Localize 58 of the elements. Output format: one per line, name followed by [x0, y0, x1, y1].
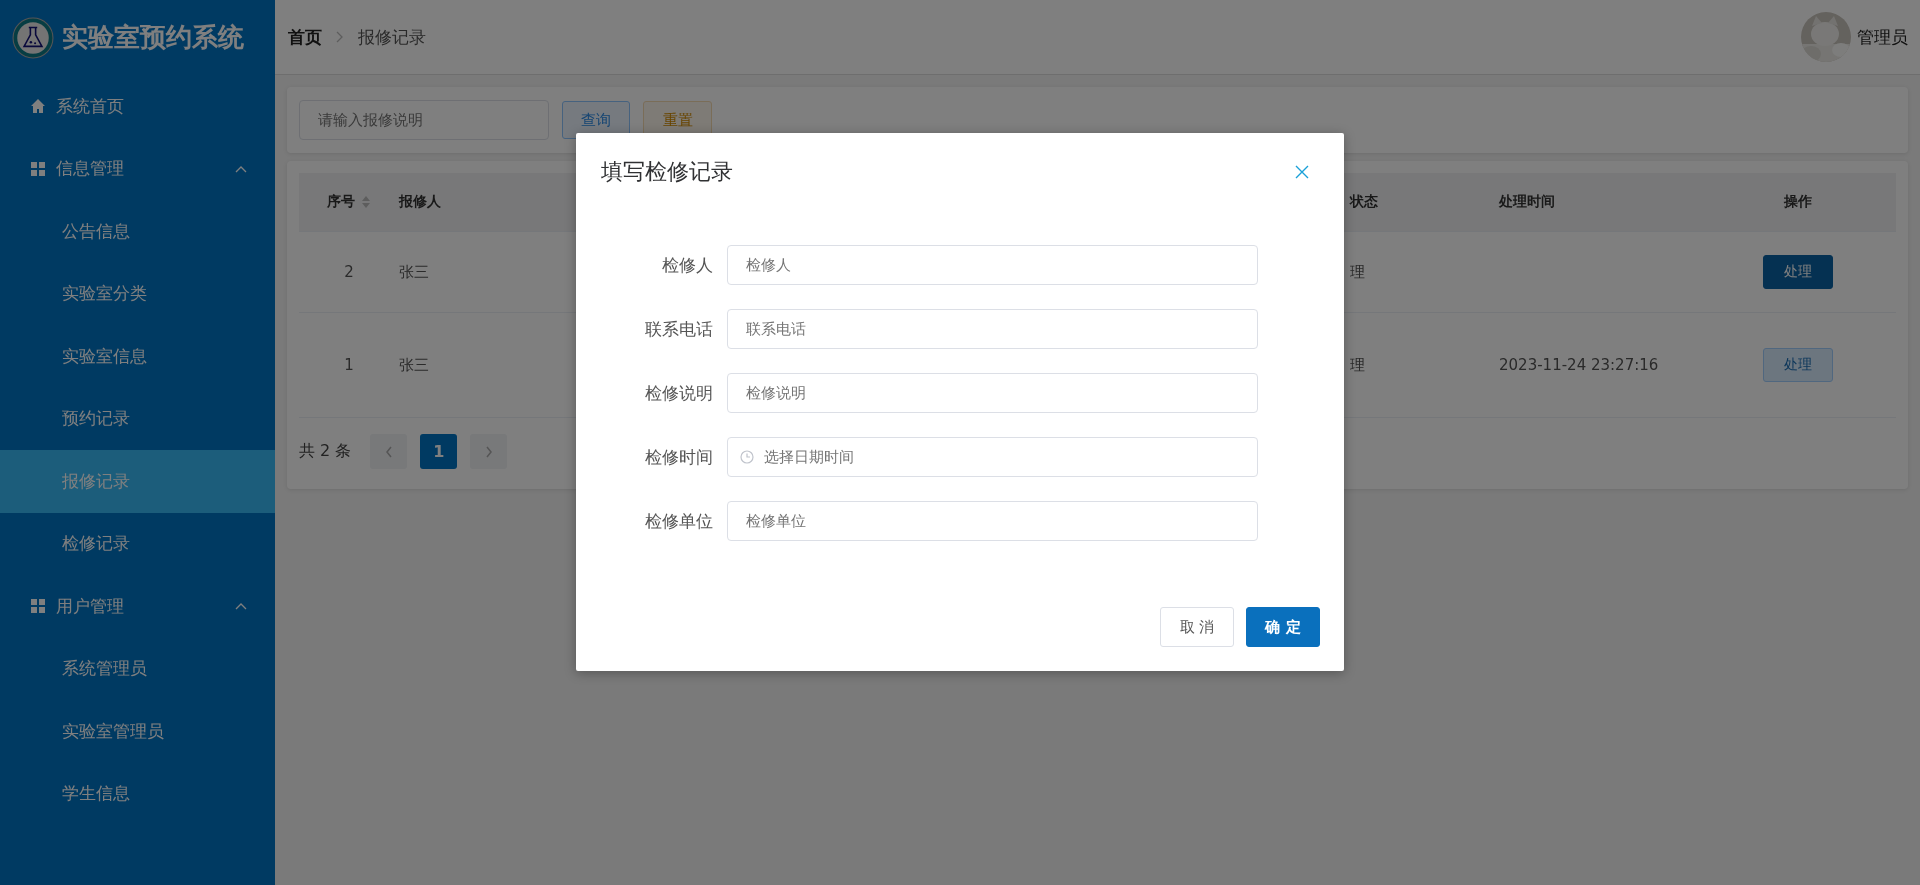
table-cell: 1 [344, 356, 354, 374]
table-cell: 张三 [399, 262, 429, 282]
column-header: 操作 [1783, 193, 1812, 211]
menu-group[interactable]: 信息管理 [0, 137, 275, 200]
text-field[interactable]: 联系电话 [727, 309, 1258, 349]
menu-group[interactable]: 用户管理 [0, 575, 275, 638]
chevron-left-icon [384, 445, 393, 458]
submenu-item[interactable]: 实验室分类 [0, 262, 275, 325]
flask-logo-icon [12, 16, 54, 59]
field-label: 联系电话 [644, 317, 713, 341]
chevron-icon [235, 164, 247, 173]
confirm-button[interactable]: 确 定 [1246, 607, 1320, 647]
field-label: 检修单位 [644, 509, 713, 533]
cancel-button[interactable]: 取 消 [1160, 607, 1234, 647]
table-cell: 2 [344, 263, 354, 281]
process-button[interactable]: 处理 [1762, 255, 1833, 289]
text-field[interactable]: 检修人 [727, 245, 1258, 285]
text-field[interactable]: 检修说明 [727, 373, 1258, 413]
previous-page-button[interactable] [370, 434, 408, 469]
submenu-item[interactable]: 公告信息 [0, 200, 275, 263]
grid-icon [30, 160, 46, 177]
submenu-item[interactable]: 系统管理员 [0, 637, 275, 700]
user-name[interactable]: 管理员 [1857, 25, 1908, 49]
column-header: 序号 [327, 193, 355, 211]
sort-icon[interactable] [361, 195, 371, 209]
menu-item[interactable]: 系统首页 [0, 75, 275, 138]
app-title: 实验室预约系统 [62, 21, 244, 54]
submenu-item[interactable]: 实验室信息 [0, 325, 275, 388]
text-field[interactable]: 检修单位 [727, 501, 1258, 541]
dialog-title: 填写检修记录 [601, 158, 733, 186]
field-label: 检修时间 [644, 445, 713, 469]
field-label: 检修人 [661, 253, 713, 277]
submenu-item[interactable]: 预约记录 [0, 387, 275, 450]
submenu-item[interactable]: 实验室管理员 [0, 700, 275, 763]
table-cell: 张三 [399, 355, 429, 375]
chevron-icon [235, 602, 247, 611]
datetime-field[interactable]: 选择日期时间 [727, 437, 1258, 477]
clock-icon [740, 450, 754, 464]
close-icon[interactable] [1295, 165, 1309, 179]
column-header: 处理时间 [1499, 193, 1555, 211]
column-header: 报修人 [399, 193, 441, 211]
table-cell: 理 [1350, 355, 1365, 375]
breadcrumb-item[interactable]: 首页 [288, 25, 322, 49]
field-label: 检修说明 [644, 381, 713, 405]
next-page-button[interactable] [470, 434, 508, 469]
page-button[interactable]: 1 [420, 434, 458, 469]
table-cell: 理 [1350, 262, 1365, 282]
column-header: 状态 [1350, 193, 1378, 211]
total-count: 共 2 条 [299, 441, 352, 462]
home-icon [30, 98, 46, 115]
breadcrumb-item: 报修记录 [358, 25, 426, 49]
submenu-item[interactable]: 学生信息 [0, 762, 275, 825]
search-field[interactable]: 请输入报修说明 [299, 100, 549, 140]
grid-icon [30, 598, 46, 615]
table-cell: 2023-11-24 23:27:16 [1499, 356, 1659, 374]
chevron-right-icon [336, 31, 344, 43]
submenu-item[interactable]: 报修记录 [0, 450, 275, 513]
chevron-right-icon [484, 445, 493, 458]
